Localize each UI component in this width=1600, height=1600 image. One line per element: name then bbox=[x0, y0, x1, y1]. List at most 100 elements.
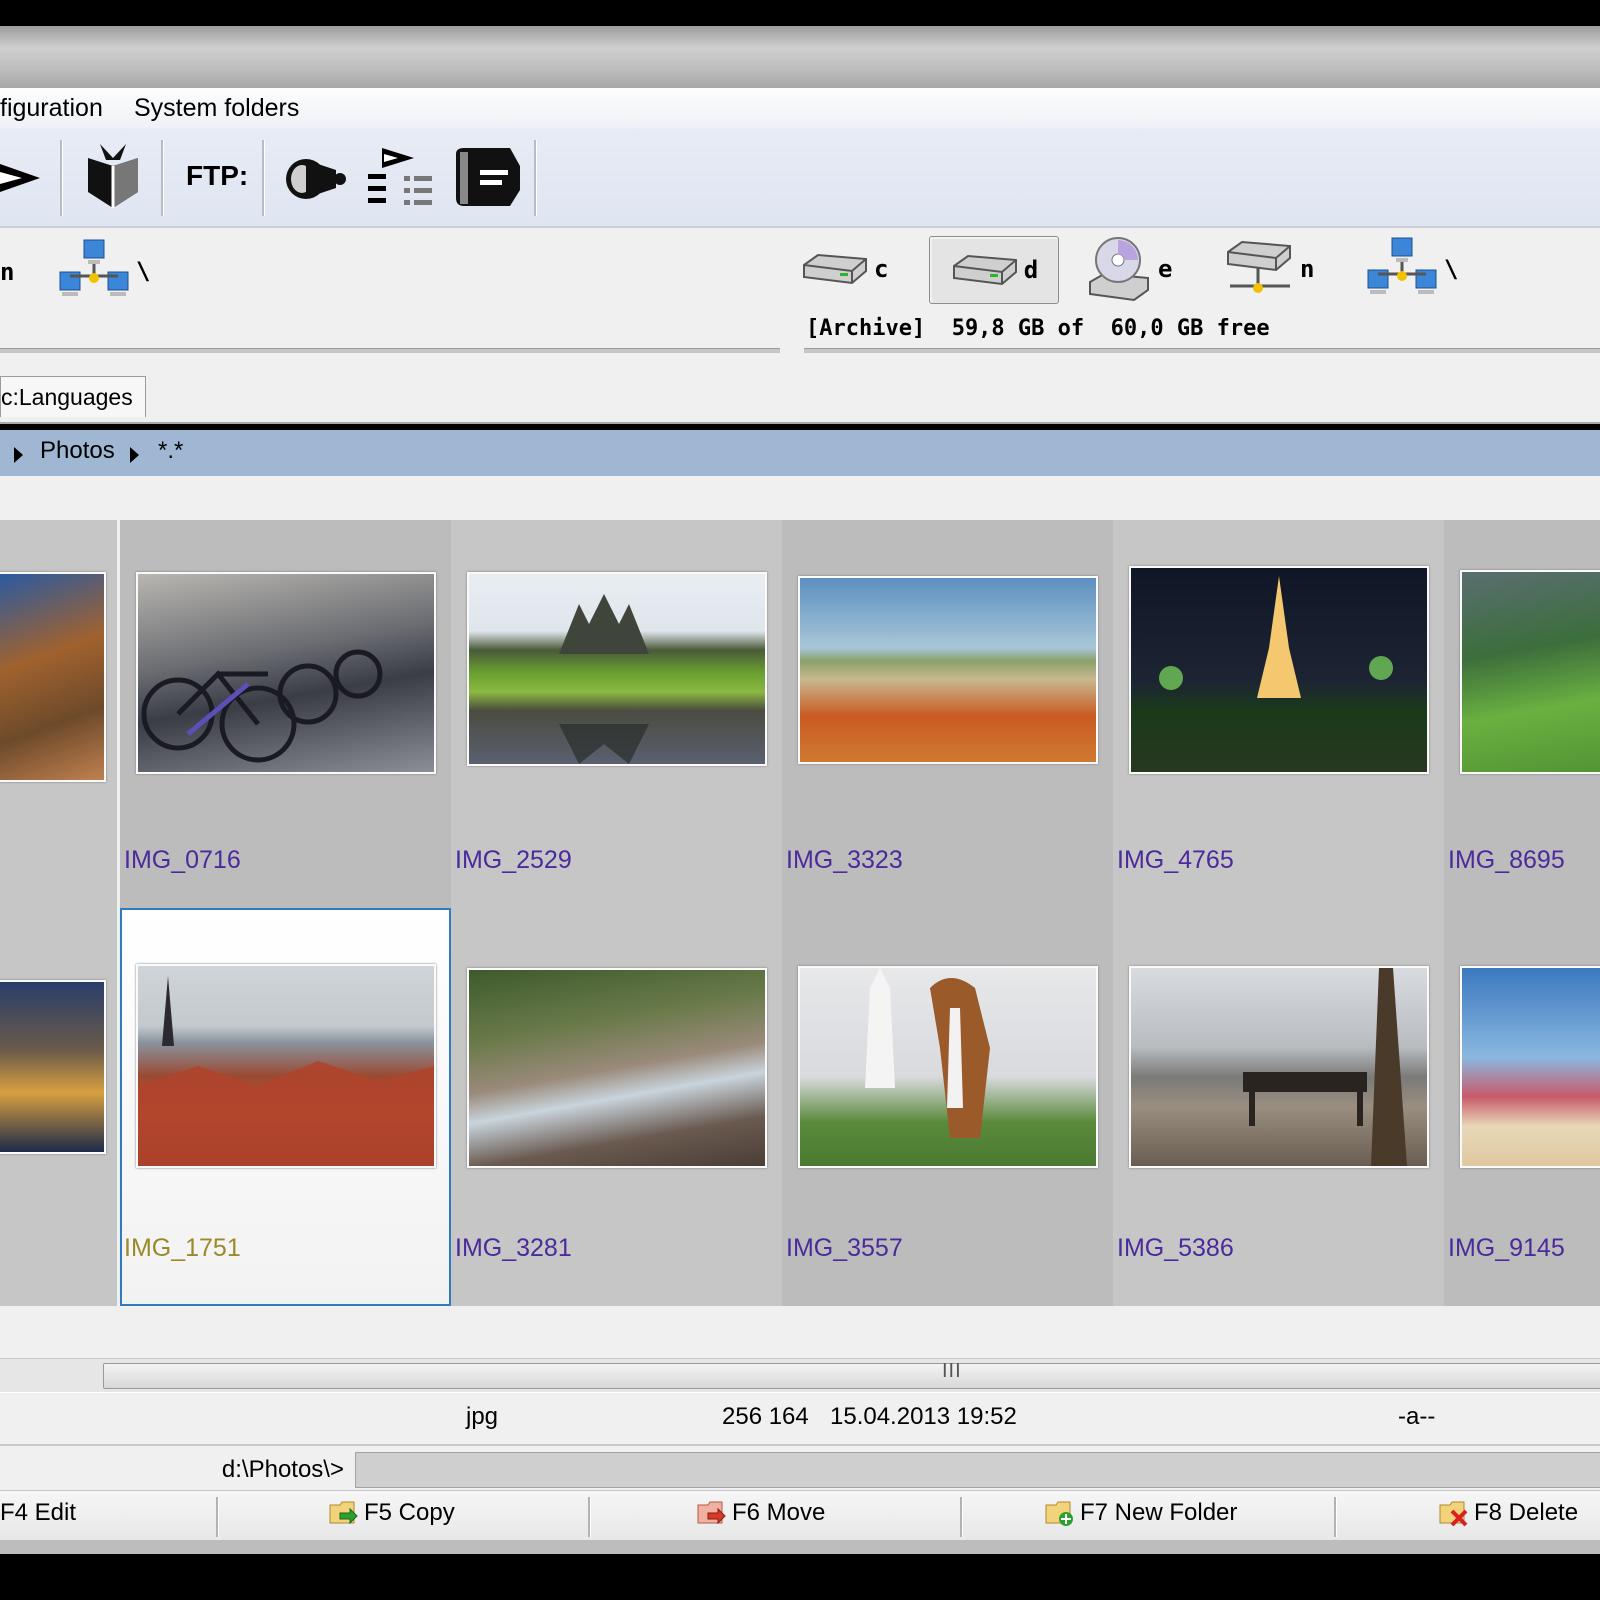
photo-thumbnail bbox=[1129, 566, 1429, 774]
drive-letter: c bbox=[874, 255, 889, 283]
horizontal-scrollbar[interactable]: III bbox=[0, 1358, 1600, 1393]
f6-move-button[interactable]: F6 Move bbox=[696, 1499, 825, 1527]
cd-drive-icon bbox=[1089, 237, 1149, 302]
file-date: 15.04.2013 19:52 bbox=[830, 1403, 1017, 1430]
f7-new-folder-button[interactable]: F7 New Folder bbox=[1044, 1499, 1237, 1527]
hard-drive-icon bbox=[952, 254, 1017, 286]
menu-bar: figuration System folders bbox=[0, 88, 1600, 129]
delete-icon bbox=[1439, 1501, 1468, 1527]
network-icon bbox=[59, 239, 129, 296]
thumbnail-caption: IMG_8695 bbox=[1448, 846, 1565, 874]
drive-letter: \ bbox=[1444, 255, 1459, 283]
left-drive-label[interactable]: n bbox=[0, 258, 14, 286]
drive-letter: \ bbox=[136, 257, 151, 285]
photo-thumbnail bbox=[0, 572, 106, 782]
drive-c[interactable]: c bbox=[800, 236, 906, 302]
f5-copy-button[interactable]: F5 Copy bbox=[328, 1499, 455, 1527]
f5-label: F5 Copy bbox=[364, 1499, 455, 1526]
command-path: d:\Photos\> bbox=[221, 1456, 344, 1483]
file-attributes: -a-- bbox=[1398, 1403, 1436, 1430]
copy-icon bbox=[329, 1501, 358, 1525]
network-icon bbox=[1367, 237, 1437, 294]
panel-divider bbox=[804, 348, 1600, 353]
move-icon bbox=[697, 1501, 726, 1525]
photo-thumbnail bbox=[1460, 966, 1600, 1168]
thumbnail-caption: IMG_3557 bbox=[786, 1234, 903, 1262]
drive-d[interactable]: d bbox=[929, 236, 1059, 304]
notepad-icon[interactable] bbox=[450, 146, 524, 208]
thumbnail-caption: IMG_0716 bbox=[124, 846, 241, 874]
thumbnail-tile[interactable]: IMG_2529 bbox=[451, 520, 782, 918]
thumbnail-panel: IMG_0716 IMG_2529 IMG_3323 IMG_4765 IMG_… bbox=[0, 476, 1600, 1358]
fkey-separator bbox=[1334, 1497, 1337, 1537]
view-icon[interactable] bbox=[0, 158, 44, 198]
scrollbar-thumb[interactable]: III bbox=[103, 1360, 1600, 1389]
photo-thumbnail bbox=[1460, 570, 1600, 774]
window-bottom-border bbox=[0, 1540, 1600, 1554]
scrollbar-grip-icon: III bbox=[942, 1360, 962, 1382]
thumbnail-tile[interactable]: IMG_4765 bbox=[1113, 520, 1444, 918]
toolbar-separator bbox=[262, 140, 265, 216]
fkey-separator bbox=[960, 1497, 963, 1537]
photo-thumbnail bbox=[467, 968, 767, 1168]
photo-thumbnail bbox=[467, 572, 767, 766]
tab-row: c:Languages bbox=[0, 370, 1600, 424]
drive-letter: d bbox=[1023, 256, 1039, 284]
title-bar bbox=[0, 26, 1600, 88]
thumbnail-caption: IMG_3323 bbox=[786, 846, 903, 874]
new-folder-icon bbox=[1045, 1501, 1073, 1526]
command-input[interactable] bbox=[355, 1452, 1600, 1488]
thumbnail-tile[interactable]: IMG_0716 bbox=[120, 520, 451, 918]
drive-n[interactable]: n bbox=[1224, 236, 1334, 302]
network-drive-icon bbox=[1227, 240, 1291, 293]
photo-thumbnail bbox=[798, 966, 1098, 1168]
thumbnail-tile[interactable] bbox=[0, 520, 117, 918]
breadcrumb-filter[interactable]: *.* bbox=[158, 437, 183, 465]
drive-network[interactable]: \ bbox=[1366, 236, 1466, 302]
thumbnail-tile[interactable]: IMG_3281 bbox=[451, 908, 782, 1306]
photo-thumbnail bbox=[136, 964, 436, 1168]
thumbnail-caption: IMG_1751 bbox=[124, 1234, 241, 1262]
toolbar-separator bbox=[60, 140, 63, 216]
menu-system-folders[interactable]: System folders bbox=[134, 94, 299, 123]
drive-free-space: [Archive] 59,8 GB of 60,0 GB free bbox=[806, 316, 1270, 341]
command-line-row: d:\Photos\> bbox=[0, 1444, 1600, 1492]
left-network-drive[interactable]: \ bbox=[58, 238, 150, 304]
f7-label: F7 New Folder bbox=[1080, 1499, 1238, 1526]
menu-configuration[interactable]: figuration bbox=[0, 94, 103, 123]
search-icon[interactable] bbox=[284, 154, 350, 204]
multi-rename-icon[interactable] bbox=[364, 146, 436, 210]
thumbnail-tile[interactable]: IMG_5386 bbox=[1113, 908, 1444, 1306]
drive-letter: e bbox=[1158, 255, 1173, 283]
ftp-button[interactable]: FTP: bbox=[186, 160, 248, 192]
fkey-separator bbox=[216, 1497, 219, 1537]
panel-divider bbox=[0, 348, 780, 353]
thumbnail-caption: IMG_3281 bbox=[455, 1234, 572, 1262]
file-extension: jpg bbox=[466, 1403, 499, 1430]
photo-thumbnail bbox=[0, 980, 106, 1154]
tab-languages[interactable]: c:Languages bbox=[0, 376, 146, 417]
thumbnail-tile[interactable]: IMG_3323 bbox=[782, 520, 1113, 918]
path-bar[interactable]: Photos *.* bbox=[0, 430, 1600, 476]
thumbnail-tile-selected[interactable]: IMG_1751 bbox=[120, 908, 451, 1306]
thumbnail-caption: IMG_9145 bbox=[1448, 1234, 1565, 1262]
drive-e[interactable]: e bbox=[1084, 236, 1194, 302]
toolbar: FTP: bbox=[0, 128, 1600, 228]
f4-edit-button[interactable]: F4 Edit bbox=[0, 1499, 76, 1527]
photo-thumbnail bbox=[798, 576, 1098, 764]
thumbnail-caption: IMG_5386 bbox=[1117, 1234, 1234, 1262]
drive-bar: n \ c d e n \ [Archive] 59,8 GB of 60,0 … bbox=[0, 228, 1600, 370]
f8-delete-button[interactable]: F8 Delete bbox=[1438, 1499, 1578, 1527]
thumbnail-tile[interactable]: IMG_3557 bbox=[782, 908, 1113, 1306]
drive-letter: n bbox=[1300, 255, 1315, 283]
thumbnail-caption: IMG_2529 bbox=[455, 846, 572, 874]
fkey-separator bbox=[588, 1497, 591, 1537]
thumbnail-caption: IMG_4765 bbox=[1117, 846, 1234, 874]
thumbnail-tile[interactable]: IMG_9145 bbox=[1444, 908, 1600, 1306]
pack-files-icon[interactable] bbox=[80, 142, 146, 210]
hard-drive-icon bbox=[803, 253, 867, 285]
thumbnail-tile[interactable] bbox=[0, 908, 117, 1306]
breadcrumb-arrow-icon bbox=[14, 447, 23, 463]
breadcrumb-photos[interactable]: Photos bbox=[40, 437, 115, 465]
thumbnail-tile[interactable]: IMG_8695 bbox=[1444, 520, 1600, 918]
